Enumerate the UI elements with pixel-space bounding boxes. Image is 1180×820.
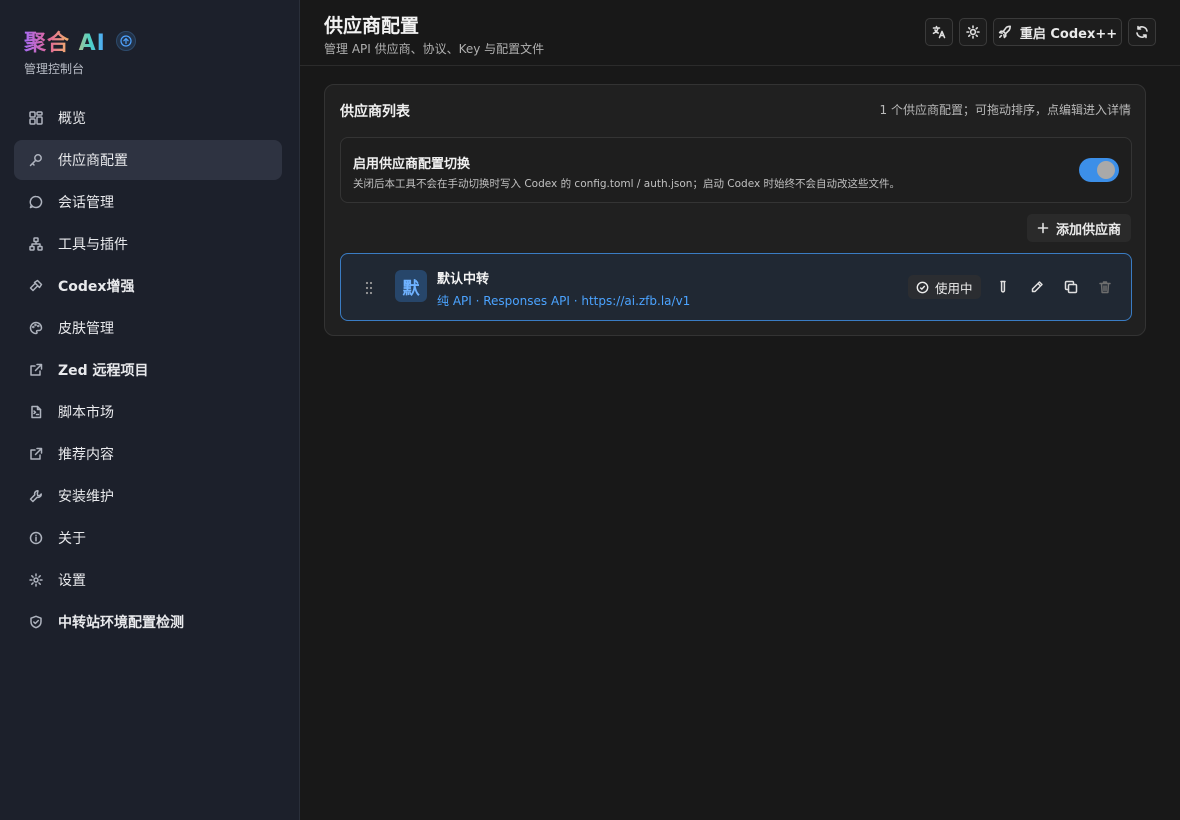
sidebar-item-codex-enhance[interactable]: Codex增强 — [14, 266, 282, 306]
copy-provider-button[interactable] — [1062, 278, 1080, 296]
key-icon — [28, 152, 44, 168]
sidebar: 聚合 AI 管理控制台 概览 供应商配置 会话管理 工具与插件 Codex增强 … — [0, 0, 300, 820]
sidebar-item-label: 工具与插件 — [58, 237, 128, 253]
refresh-icon — [1136, 25, 1148, 39]
refresh-button[interactable] — [1128, 18, 1156, 46]
palette-icon — [28, 320, 44, 336]
sidebar-item-label: 概览 — [58, 111, 86, 127]
restart-codex-label: 重启 Codex++ — [1019, 26, 1118, 42]
sidebar-item-recommended[interactable]: 推荐内容 — [14, 434, 282, 474]
brand: 聚合 AI — [24, 26, 136, 56]
shield-icon — [28, 614, 44, 630]
sidebar-item-relay-check[interactable]: 中转站环境配置检测 — [14, 602, 282, 642]
provider-row[interactable]: 默 默认中转 纯 API · Responses API · https://a… — [340, 253, 1132, 321]
brand-title: 聚合 AI — [24, 25, 106, 57]
delete-provider-button[interactable] — [1096, 278, 1114, 296]
sidebar-item-label: 设置 — [58, 573, 86, 589]
copy-icon — [1064, 280, 1078, 294]
sidebar-item-settings[interactable]: 设置 — [14, 560, 282, 600]
sidebar-item-providers[interactable]: 供应商配置 — [14, 140, 282, 180]
check-circle-icon — [916, 281, 929, 293]
toggle-knob — [1097, 161, 1115, 179]
toggle-title: 启用供应商配置切换 — [353, 157, 471, 172]
wrench-icon — [28, 488, 44, 504]
restart-codex-button[interactable]: 重启 Codex++ — [993, 18, 1122, 46]
sidebar-item-sessions[interactable]: 会话管理 — [14, 182, 282, 222]
test-provider-button[interactable] — [994, 278, 1012, 296]
upgrade-icon[interactable] — [115, 31, 136, 51]
brand-subtitle: 管理控制台 — [24, 62, 85, 76]
sidebar-nav: 概览 供应商配置 会话管理 工具与插件 Codex增强 皮肤管理 Zed 远程项… — [14, 98, 282, 644]
sidebar-item-overview[interactable]: 概览 — [14, 98, 282, 138]
pencil-icon — [1031, 281, 1043, 293]
sidebar-item-label: 会话管理 — [58, 195, 114, 211]
translate-button[interactable] — [925, 18, 953, 46]
edit-provider-button[interactable] — [1028, 278, 1046, 296]
external-link-icon — [28, 362, 44, 378]
file-script-icon — [28, 404, 44, 420]
network-icon — [28, 236, 44, 252]
theme-toggle-button[interactable] — [959, 18, 987, 46]
provider-meta: 纯 API · Responses API · https://ai.zfb.l… — [437, 294, 691, 308]
add-provider-button[interactable]: 添加供应商 — [1026, 214, 1131, 242]
sidebar-item-label: 中转站环境配置检测 — [58, 615, 184, 631]
sidebar-item-zed-remote[interactable]: Zed 远程项目 — [14, 350, 282, 390]
sidebar-item-label: 脚本市场 — [58, 405, 114, 421]
provider-switch-toggle[interactable] — [1079, 158, 1119, 182]
provider-avatar: 默 — [395, 270, 427, 302]
sidebar-item-script-market[interactable]: 脚本市场 — [14, 392, 282, 432]
sidebar-item-about[interactable]: 关于 — [14, 518, 282, 558]
add-provider-label: 添加供应商 — [1055, 222, 1121, 238]
sidebar-item-label: 推荐内容 — [58, 447, 114, 463]
provider-switch-card: 启用供应商配置切换 关闭后本工具不会在手动切换时写入 Codex 的 confi… — [340, 137, 1132, 203]
sun-icon — [966, 25, 980, 39]
sidebar-item-label: 安装维护 — [58, 489, 114, 505]
in-use-label: 使用中 — [935, 280, 973, 296]
sidebar-item-skins[interactable]: 皮肤管理 — [14, 308, 282, 348]
sidebar-item-label: Zed 远程项目 — [58, 363, 149, 379]
grid-icon — [28, 110, 44, 126]
chat-icon — [28, 194, 44, 210]
sidebar-item-label: 皮肤管理 — [58, 321, 114, 337]
panel-note: 1 个供应商配置；可拖动排序，点编辑进入详情 — [879, 103, 1131, 117]
gear-icon — [28, 572, 44, 588]
sidebar-item-maintenance[interactable]: 安装维护 — [14, 476, 282, 516]
toggle-description: 关闭后本工具不会在手动切换时写入 Codex 的 config.toml / a… — [353, 178, 901, 190]
provider-name: 默认中转 — [437, 272, 490, 287]
page-subtitle: 管理 API 供应商、协议、Key 与配置文件 — [324, 42, 545, 56]
rocket-icon — [998, 25, 1011, 39]
plus-icon — [1037, 222, 1049, 234]
sidebar-item-label: 关于 — [58, 531, 86, 547]
translate-icon — [932, 25, 946, 39]
page-header: 供应商配置 管理 API 供应商、协议、Key 与配置文件 重启 Codex++ — [300, 0, 1180, 66]
drag-handle-icon[interactable] — [363, 280, 375, 296]
info-icon — [28, 530, 44, 546]
trash-icon — [1099, 281, 1111, 294]
provider-list-panel: 供应商列表 1 个供应商配置；可拖动排序，点编辑进入详情 启用供应商配置切换 关… — [324, 84, 1146, 336]
test-tube-icon — [1000, 280, 1006, 293]
hammer-icon — [28, 278, 44, 294]
panel-title: 供应商列表 — [340, 104, 410, 120]
page-title: 供应商配置 — [324, 15, 420, 37]
sidebar-item-tools[interactable]: 工具与插件 — [14, 224, 282, 264]
in-use-badge: 使用中 — [908, 275, 981, 299]
external-link-icon — [28, 446, 44, 462]
sidebar-item-label: 供应商配置 — [58, 153, 128, 169]
sidebar-item-label: Codex增强 — [58, 279, 135, 295]
